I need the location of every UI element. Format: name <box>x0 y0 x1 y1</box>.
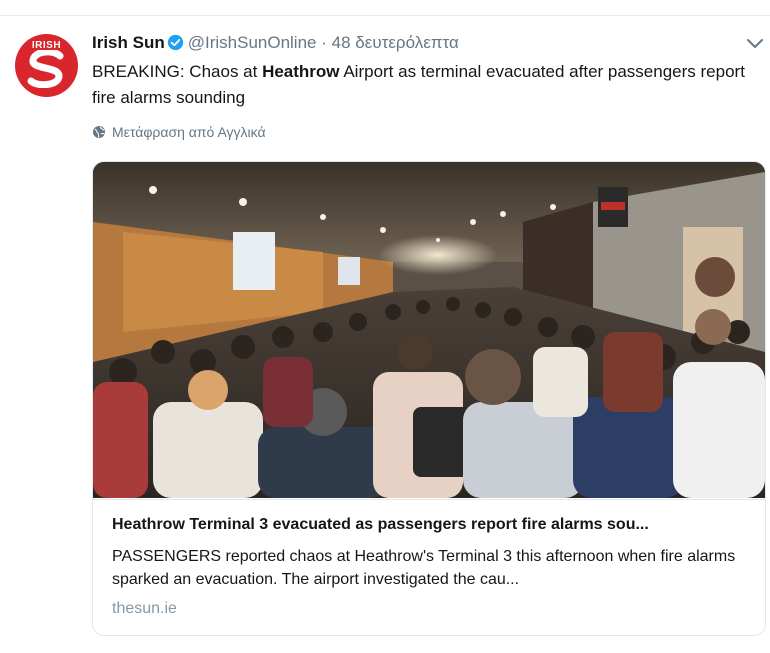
chevron-down-icon[interactable] <box>745 37 765 51</box>
tweet-text-part: BREAKING: Chaos at <box>92 62 263 81</box>
tweet-text-highlight: Heathrow <box>262 62 340 81</box>
tweet-header: Irish Sun @IrishSunOnline · 48 δευτερόλε… <box>92 33 459 53</box>
translate-tweet-link[interactable]: Μετάφραση από Αγγλικά <box>92 124 266 140</box>
header-separator: · <box>321 33 327 52</box>
avatar[interactable]: IRISH <box>15 34 78 97</box>
link-preview-card[interactable]: Heathrow Terminal 3 evacuated as passeng… <box>92 161 766 636</box>
globe-icon <box>93 126 105 138</box>
translate-label: Μετάφραση από Αγγλικά <box>112 124 266 140</box>
card-domain[interactable]: thesun.ie <box>112 600 177 618</box>
tweet-text: BREAKING: Chaos at Heathrow Airport as t… <box>92 59 762 111</box>
tweet-timestamp[interactable]: 48 δευτερόλεπτα <box>332 33 459 52</box>
card-description: PASSENGERS reported chaos at Heathrow's … <box>112 548 736 588</box>
card-image <box>93 162 765 498</box>
author-name[interactable]: Irish Sun <box>92 33 165 52</box>
verified-badge-icon <box>167 34 183 51</box>
card-body: Heathrow Terminal 3 evacuated as passeng… <box>93 499 765 635</box>
timeline-divider <box>0 15 770 16</box>
sun-logo-icon <box>27 50 64 88</box>
card-title[interactable]: Heathrow Terminal 3 evacuated as passeng… <box>112 516 752 534</box>
chevron-down-icon <box>320 0 322 1</box>
author-handle[interactable]: @IrishSunOnline <box>188 33 317 52</box>
